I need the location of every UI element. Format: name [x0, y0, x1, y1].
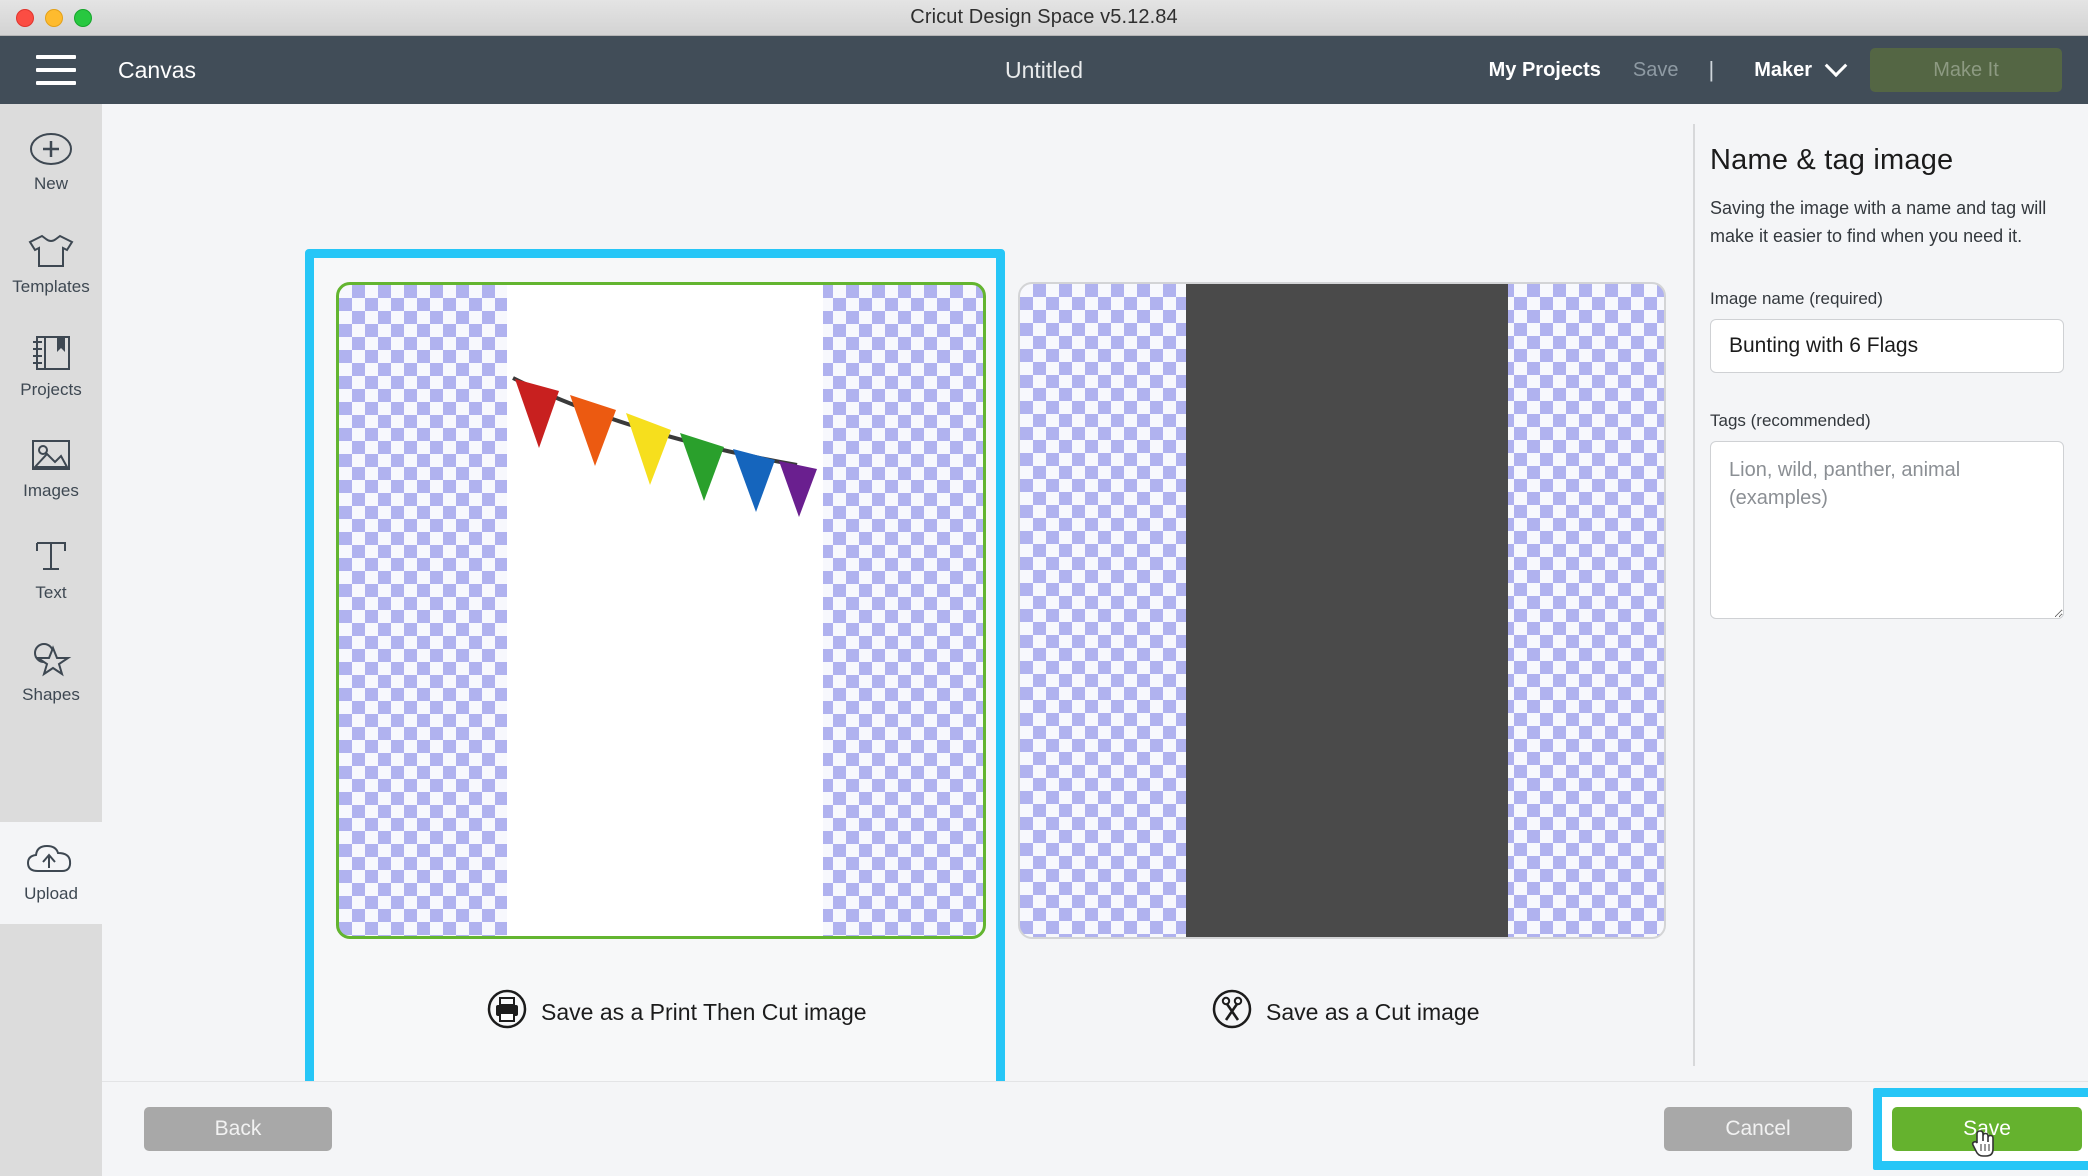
- app-header: Canvas Untitled My Projects Save | Maker…: [0, 36, 2088, 104]
- sidebar-item-projects[interactable]: Projects: [0, 316, 102, 416]
- header-actions: My Projects Save | Maker Make It: [1489, 48, 2088, 92]
- chevron-down-icon[interactable]: [1824, 54, 1848, 78]
- image-name-input[interactable]: [1710, 318, 2064, 373]
- bunting-artwork: [512, 376, 817, 517]
- plus-circle-icon: [28, 131, 74, 167]
- option-label-text: Save as a Print Then Cut image: [541, 998, 867, 1025]
- hamburger-icon[interactable]: [36, 55, 76, 85]
- scissors-circle-icon: [1212, 989, 1252, 1035]
- tags-textarea[interactable]: [1710, 440, 2064, 619]
- option-label-text: Save as a Cut image: [1266, 998, 1480, 1025]
- upload-preview-area: Save as a Print Then Cut image Save as a…: [102, 104, 1693, 1094]
- cricut-design-space-window: Cricut Design Space v5.12.84 Canvas Unti…: [0, 0, 2088, 1176]
- window-title-bar: Cricut Design Space v5.12.84: [0, 0, 2088, 36]
- make-it-button[interactable]: Make It: [1870, 48, 2062, 92]
- sidebar-item-images[interactable]: Images: [0, 418, 102, 518]
- sidebar-item-shapes[interactable]: Shapes: [0, 622, 102, 722]
- footer-bar: Back Cancel Save: [102, 1081, 2088, 1176]
- print-then-cut-preview-card[interactable]: [336, 282, 986, 939]
- canvas-label: Canvas: [118, 56, 196, 83]
- picture-icon: [28, 436, 74, 474]
- sidebar-item-text[interactable]: Text: [0, 520, 102, 620]
- cut-image-option-label[interactable]: Save as a Cut image: [1212, 989, 1480, 1035]
- window-title: Cricut Design Space v5.12.84: [910, 6, 1178, 28]
- back-button[interactable]: Back: [144, 1107, 332, 1151]
- panel-description: Saving the image with a name and tag wil…: [1710, 198, 2047, 246]
- sidebar-item-label: Projects: [20, 379, 82, 399]
- star-shapes-icon: [27, 640, 75, 678]
- notebook-icon: [29, 333, 73, 373]
- left-sidebar: New Templates Projects Images Text Shape…: [0, 104, 102, 1176]
- panel-heading: Name & tag image: [1710, 144, 1954, 176]
- sidebar-item-new[interactable]: New: [0, 112, 102, 212]
- sidebar-item-label: Shapes: [22, 684, 80, 704]
- tshirt-icon: [27, 232, 75, 270]
- sidebar-item-label: Upload: [24, 883, 78, 903]
- print-then-cut-option-label[interactable]: Save as a Print Then Cut image: [487, 989, 867, 1035]
- sidebar-item-label: Templates: [12, 276, 90, 296]
- sidebar-item-label: Images: [23, 480, 79, 500]
- cancel-button[interactable]: Cancel: [1664, 1107, 1852, 1151]
- image-name-label: Image name (required): [1710, 288, 1883, 308]
- header-save-button[interactable]: Save: [1633, 59, 1679, 82]
- sidebar-item-upload[interactable]: Upload: [0, 822, 102, 922]
- machine-selector[interactable]: Maker: [1754, 59, 1812, 82]
- cloud-upload-icon: [25, 841, 77, 877]
- cut-image-artwork: [1186, 284, 1508, 937]
- name-and-tag-panel: Name & tag image Saving the image with a…: [1710, 104, 2088, 1081]
- text-t-icon: [30, 538, 72, 576]
- my-projects-button[interactable]: My Projects: [1489, 59, 1601, 82]
- cut-image-preview-card[interactable]: [1018, 282, 1666, 939]
- sidebar-item-label: New: [33, 173, 68, 193]
- panel-divider: [1693, 124, 1695, 1066]
- sidebar-item-templates[interactable]: Templates: [0, 214, 102, 314]
- header-separator: |: [1708, 57, 1715, 82]
- tags-label: Tags (recommended): [1710, 410, 1871, 430]
- print-then-cut-artwork: [507, 285, 823, 936]
- printer-circle-icon: [487, 989, 527, 1035]
- mouse-cursor-hand-icon: [1971, 1130, 1994, 1157]
- sidebar-item-label: Text: [35, 582, 67, 602]
